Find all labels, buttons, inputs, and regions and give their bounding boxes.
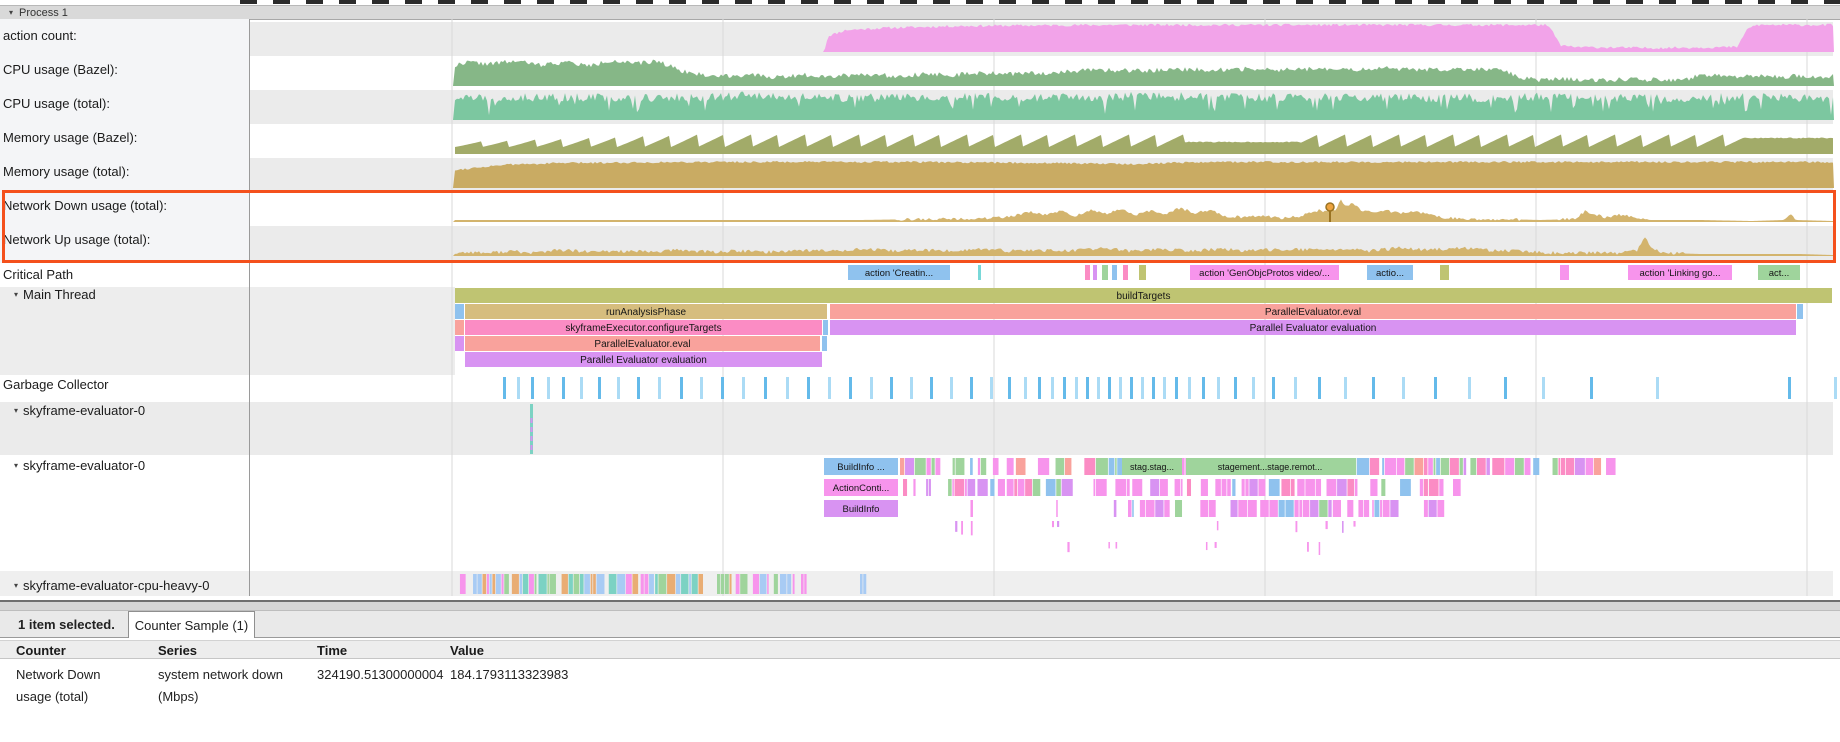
dense-slices-eval2-rowC-sparse[interactable] (970, 500, 1116, 517)
counter-chart-action-count[interactable] (455, 24, 1834, 52)
svg-text:action 'Linking go...: action 'Linking go... (1639, 268, 1720, 279)
svg-text:runAnalysisPhase: runAnalysisPhase (606, 307, 686, 318)
counter-chart-net-down[interactable] (453, 200, 1834, 222)
dense-slices-cpu-heavy-4[interactable] (860, 574, 866, 594)
dense-slices-cpu-heavy-1[interactable] (460, 574, 703, 594)
skyframe-evaluator-0-track-1[interactable] (530, 404, 533, 454)
cell-series: system network down (Mbps) (158, 664, 317, 708)
col-header-time: Time (317, 643, 450, 658)
selection-summary: 1 item selected. (18, 617, 115, 632)
counter-chart-cpu-total[interactable] (453, 92, 1834, 120)
svg-text:action 'GenObjcProtos video/..: action 'GenObjcProtos video/... (1199, 268, 1330, 279)
counter-chart-mem-bazel[interactable] (455, 134, 1833, 154)
svg-text:ActionConti...: ActionConti... (833, 483, 890, 494)
tab-counter-sample[interactable]: Counter Sample (1) (128, 611, 255, 638)
dense-slices-cpu-heavy-3[interactable] (801, 574, 807, 594)
garbage-collector-track[interactable] (503, 377, 1837, 399)
counter-chart-net-up[interactable] (453, 237, 1834, 256)
svg-text:action 'Creatin...: action 'Creatin... (865, 268, 933, 279)
dense-slices-eval2-rowC[interactable] (1128, 500, 1444, 517)
counter-table-header: Counter Series Time Value (0, 640, 1840, 659)
svg-text:actio...: actio... (1376, 268, 1404, 279)
svg-text:stagement...stage.remot...: stagement...stage.remot... (1218, 462, 1323, 472)
svg-text:skyframeExecutor.configureTarg: skyframeExecutor.configureTargets (565, 323, 721, 334)
svg-text:act...: act... (1769, 268, 1790, 279)
col-header-series: Series (158, 643, 317, 658)
counter-table-row[interactable]: Network Down usage (total) system networ… (0, 664, 1116, 708)
col-header-value: Value (450, 643, 710, 658)
svg-text:ParallelEvaluator.eval: ParallelEvaluator.eval (1265, 307, 1361, 318)
svg-text:buildTargets: buildTargets (1117, 291, 1171, 302)
svg-text:ParallelEvaluator.eval: ParallelEvaluator.eval (594, 339, 690, 350)
critical-path-track[interactable]: action 'Creatin... action 'GenObjcProtos … (848, 265, 1800, 280)
cell-counter: Network Down usage (total) (16, 664, 158, 708)
svg-text:BuildInfo: BuildInfo (843, 504, 880, 515)
cell-value: 184.1793113323983 (450, 664, 710, 708)
details-tab-bar (0, 611, 1840, 638)
dense-slices-eval2-drips2[interactable] (1067, 542, 1320, 555)
svg-text:Parallel Evaluator evaluation: Parallel Evaluator evaluation (1250, 323, 1377, 334)
counter-chart-cpu-bazel[interactable] (453, 60, 1834, 86)
panel-splitter-handle[interactable] (0, 602, 1840, 611)
counter-chart-mem-total[interactable] (453, 161, 1834, 188)
svg-text:Parallel Evaluator evaluation: Parallel Evaluator evaluation (580, 355, 707, 366)
col-header-counter: Counter (16, 643, 158, 658)
svg-text:stag.stag...: stag.stag... (1130, 462, 1174, 472)
timeline-canvas[interactable]: action 'Creatin... action 'GenObjcProtos … (0, 0, 1840, 596)
dense-slices-eval2-drips1[interactable] (955, 521, 1355, 535)
main-thread-track[interactable]: buildTargets runAnalysisPhase ParallelEval… (455, 288, 1832, 367)
dense-slices-cpu-heavy-2[interactable] (717, 574, 795, 594)
cell-time: 324190.51300000004 (317, 664, 450, 708)
dense-slices-eval2-rowB[interactable] (903, 479, 1461, 496)
svg-text:BuildInfo ...: BuildInfo ... (837, 462, 885, 473)
